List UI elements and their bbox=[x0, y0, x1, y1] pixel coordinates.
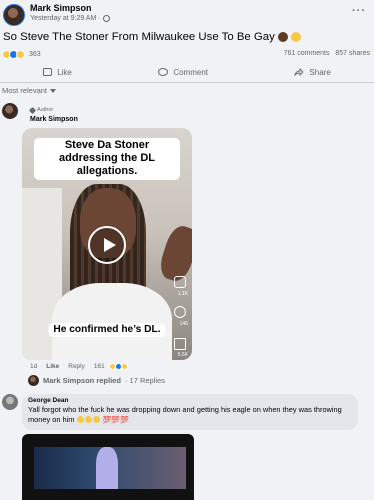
comment-media-attachment[interactable] bbox=[22, 434, 194, 500]
comment-text: Yall forgot who the fuck he was dropping… bbox=[28, 405, 342, 424]
video-share-icon[interactable] bbox=[174, 338, 186, 350]
comment-actions: 1d Like Reply 161 bbox=[30, 363, 128, 370]
video-attachment[interactable]: Steve Da Stoner addressing the DL allega… bbox=[22, 128, 192, 360]
video-caption-bottom: He confirmed he’s DL. bbox=[48, 323, 166, 338]
comment-count[interactable]: 761 comments bbox=[284, 50, 330, 57]
care-reaction-icon bbox=[16, 50, 25, 59]
post-stats[interactable]: 761 comments 857 shares bbox=[284, 50, 370, 57]
hundred-emoji-icon: 💯💯💯 bbox=[102, 416, 129, 424]
play-button-icon[interactable] bbox=[88, 226, 126, 264]
comment-body: Yall forgot who the fuck he was dropping… bbox=[28, 405, 352, 425]
thumbs-up-icon bbox=[43, 68, 53, 76]
comment-like-button[interactable]: Like bbox=[46, 363, 59, 370]
comment-time[interactable]: 1d bbox=[30, 363, 37, 370]
share-count[interactable]: 857 shares bbox=[335, 50, 370, 57]
comment-reply-button[interactable]: Reply bbox=[68, 363, 85, 370]
post-title-text: So Steve The Stoner From Milwaukee Use T… bbox=[3, 31, 275, 43]
comment-bubble-icon bbox=[158, 68, 169, 76]
media-thumbnail bbox=[34, 447, 186, 489]
comment-reactions[interactable]: 161 bbox=[94, 363, 128, 370]
reply-summary-author: Mark Simpson replied bbox=[43, 376, 121, 385]
video-share-count: 5.5K bbox=[177, 352, 188, 358]
comment-sort-label: Most relevant bbox=[2, 86, 48, 95]
view-replies-link[interactable]: Mark Simpson replied · 17 Replies bbox=[28, 375, 165, 386]
post-title: So Steve The Stoner From Milwaukee Use T… bbox=[3, 31, 301, 43]
like-label: Like bbox=[57, 67, 72, 77]
video-comment-count: 146 bbox=[179, 321, 188, 327]
commenter-name[interactable]: George Dean bbox=[28, 397, 352, 404]
comment-label: Comment bbox=[173, 67, 208, 77]
share-arrow-icon bbox=[294, 68, 305, 76]
video-like-icon[interactable] bbox=[174, 276, 186, 288]
chevron-down-icon bbox=[50, 88, 57, 93]
laughing-emoji-icon bbox=[85, 416, 93, 424]
post-reactions[interactable]: 363 bbox=[2, 50, 41, 59]
like-button[interactable]: Like bbox=[25, 68, 90, 77]
author-badge: Author bbox=[28, 106, 54, 114]
more-options-icon[interactable]: ··· bbox=[352, 5, 366, 17]
share-button[interactable]: Share bbox=[276, 68, 348, 77]
share-label: Share bbox=[309, 67, 331, 77]
video-comment-icon[interactable] bbox=[174, 306, 186, 318]
reply-avatar bbox=[28, 375, 39, 386]
laughing-emoji-icon bbox=[93, 416, 101, 424]
comment-reaction-count: 161 bbox=[93, 363, 105, 370]
comment-sort-dropdown[interactable]: Most relevant bbox=[2, 86, 57, 95]
globe-icon bbox=[102, 15, 110, 22]
divider bbox=[0, 82, 374, 83]
post-action-bar: Like Comment Share bbox=[0, 62, 374, 82]
post-author-name[interactable]: Mark Simpson bbox=[30, 3, 92, 13]
reply-summary-count: · 17 Replies bbox=[124, 376, 165, 385]
pencil-icon bbox=[28, 106, 37, 114]
reaction-count: 363 bbox=[29, 51, 41, 58]
george-avatar[interactable] bbox=[2, 394, 18, 410]
post-author-avatar[interactable] bbox=[3, 4, 25, 26]
post-time-text: Yesterday at 9:29 AM · bbox=[30, 15, 101, 22]
post-timestamp[interactable]: Yesterday at 9:29 AM · bbox=[30, 15, 110, 22]
comment-author-name[interactable]: Mark Simpson bbox=[30, 116, 78, 123]
comment-author-avatar[interactable] bbox=[2, 103, 18, 119]
facepalm-emoji-icon bbox=[277, 32, 288, 42]
video-like-count: 1.1K bbox=[177, 291, 188, 297]
comment-button[interactable]: Comment bbox=[140, 68, 226, 77]
laughing-emoji-icon bbox=[290, 32, 301, 42]
comment-bubble: George Dean Yall forgot who the fuck he … bbox=[22, 394, 358, 430]
laughing-emoji-icon bbox=[77, 416, 85, 424]
author-badge-label: Author bbox=[37, 107, 54, 113]
care-reaction-icon bbox=[120, 363, 128, 370]
video-caption-top: Steve Da Stoner addressing the DL allega… bbox=[34, 138, 180, 180]
